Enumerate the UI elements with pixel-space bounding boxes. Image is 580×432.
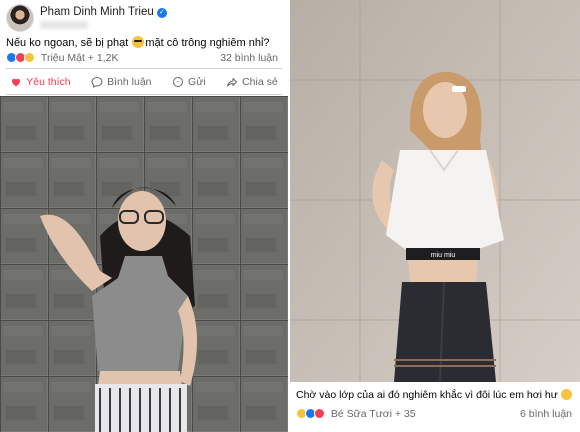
- divider: [6, 68, 282, 69]
- sunglasses-emoji-icon: [132, 36, 145, 48]
- post-photo-right[interactable]: miu miu: [290, 0, 580, 382]
- photo-woman-white-shirt: miu miu: [290, 0, 580, 382]
- blurred-timestamp: [40, 21, 88, 29]
- caption-part-2: mặt cô trông nghiêm nhỉ?: [145, 37, 270, 49]
- comment-button-label: Bình luận: [107, 76, 152, 88]
- comment-button[interactable]: Bình luận: [91, 76, 152, 88]
- divider: [6, 94, 282, 95]
- post-photo-left[interactable]: [0, 96, 288, 432]
- avatar[interactable]: [6, 4, 34, 32]
- caption-right-text: Chờ vào lớp của ai đó nghiêm khắc vì đôi…: [296, 389, 558, 401]
- love-button[interactable]: Yêu thích: [10, 76, 71, 88]
- reaction-summary-right[interactable]: Bé Sữa Tươi + 35 6 bình luận: [296, 408, 574, 422]
- share-button-label: Chia sẻ: [242, 76, 278, 88]
- comment-icon: [91, 76, 103, 88]
- haha-reaction-icon: [24, 52, 35, 63]
- reaction-summary[interactable]: Triệu Mật + 1,2K 32 bình luận: [6, 52, 282, 66]
- send-button-label: Gửi: [188, 76, 206, 88]
- love-reaction-icon: [314, 408, 325, 419]
- left-post: Pham Dinh Minh Trieu ✓ Nếu ko ngoan, sẽ b…: [0, 0, 288, 432]
- send-button[interactable]: Gửi: [172, 76, 206, 88]
- heart-icon: [12, 78, 21, 87]
- smile-emoji-icon: [560, 389, 572, 400]
- comment-count-right[interactable]: 6 bình luận: [520, 408, 572, 420]
- post-caption: Nếu ko ngoan, sẽ bị phạt mặt cô trông ng…: [6, 36, 270, 49]
- messenger-icon: [173, 77, 184, 87]
- right-post: miu miu Chờ vào lớp của ai đó nghiêm khắ…: [290, 0, 580, 432]
- post-header: Pham Dinh Minh Trieu ✓: [6, 4, 286, 32]
- photo-woman-stone-wall: [0, 96, 288, 432]
- share-button[interactable]: Chia sẻ: [226, 76, 278, 88]
- caption-part-1: Nếu ko ngoan, sẽ bị phạt: [6, 37, 132, 49]
- verified-badge-icon: ✓: [156, 8, 167, 18]
- post-actions: Yêu thích Bình luận Gửi Chia sẻ: [0, 70, 288, 94]
- author-name-text[interactable]: Pham Dinh Minh Trieu: [40, 6, 154, 18]
- waistband-text: miu miu: [431, 252, 456, 259]
- author-name[interactable]: Pham Dinh Minh Trieu ✓: [40, 6, 167, 18]
- love-button-label: Yêu thích: [26, 76, 71, 88]
- reactions-text[interactable]: Triệu Mật + 1,2K: [41, 52, 119, 64]
- post-caption-right: Chờ vào lớp của ai đó nghiêm khắc vì đôi…: [296, 389, 572, 401]
- share-icon: [227, 78, 238, 87]
- reactions-text-right[interactable]: Bé Sữa Tươi + 35: [331, 408, 416, 420]
- comment-count[interactable]: 32 bình luận: [220, 52, 278, 64]
